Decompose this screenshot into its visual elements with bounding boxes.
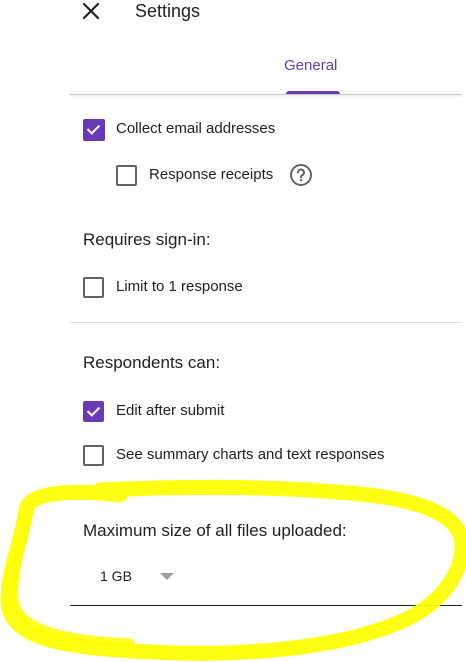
max-size-dropdown[interactable]: 1 GB [88,563,198,591]
dropdown-arrow-icon [160,573,174,580]
tab-general[interactable]: General [284,57,337,75]
sign-in-section-title: Requires sign-in: [83,230,211,249]
page-title: Settings [135,1,201,21]
edit-after-submit-label: Edit after submit [116,402,225,419]
collect-email-label: Collect email addresses [116,120,276,137]
edit-after-submit-checkbox[interactable] [83,401,104,422]
help-circle-icon [290,164,312,186]
max-size-value: 1 GB [100,568,132,584]
upload-size-title: Maximum size of all files uploaded: [83,521,347,540]
close-icon [82,2,100,20]
limit-one-response-label: Limit to 1 response [116,278,243,295]
response-receipts-help-button[interactable] [289,163,313,187]
highlight-annotation [0,479,466,661]
header-divider [70,94,462,95]
bottom-divider [70,605,462,606]
see-summary-label: See summary charts and text responses [116,446,385,463]
limit-one-response-checkbox[interactable] [83,277,104,298]
response-receipts-label: Response receipts [149,166,274,183]
response-receipts-checkbox[interactable] [116,165,137,186]
see-summary-checkbox[interactable] [83,445,104,466]
section-divider [70,322,462,323]
collect-email-checkbox[interactable] [83,119,105,141]
respondents-section-title: Respondents can: [83,353,221,372]
close-button[interactable] [78,0,104,24]
